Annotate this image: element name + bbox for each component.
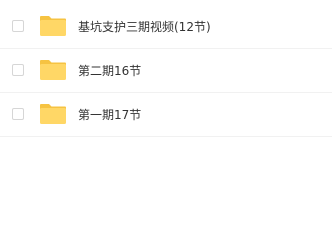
folder-row[interactable]: 基坑支护三期视频(12节) — [0, 5, 332, 49]
row-checkbox[interactable] — [12, 20, 24, 32]
folder-name[interactable]: 第一期17节 — [78, 93, 141, 137]
folder-name[interactable]: 基坑支护三期视频(12节) — [78, 5, 211, 49]
folder-icon — [39, 15, 67, 37]
folder-row[interactable]: 第一期17节 — [0, 93, 332, 137]
folder-row[interactable]: 第二期16节 — [0, 49, 332, 93]
file-list: 基坑支护三期视频(12节) 第二期16节 第一期17节 — [0, 5, 332, 137]
row-checkbox[interactable] — [12, 108, 24, 120]
folder-icon — [39, 103, 67, 125]
folder-icon — [39, 59, 67, 81]
row-checkbox[interactable] — [12, 64, 24, 76]
folder-name[interactable]: 第二期16节 — [78, 49, 141, 93]
